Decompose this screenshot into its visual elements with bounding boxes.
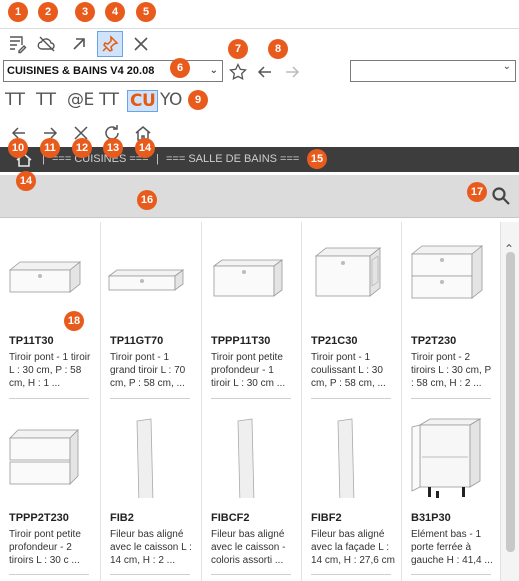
top-toolbar (0, 28, 519, 58)
product-card[interactable]: TPPP11T30 Tiroir pont petite profondeur … (201, 222, 299, 407)
format-button-4[interactable]: TT (99, 90, 119, 112)
divider (411, 398, 491, 399)
product-code: TP2T230 (411, 335, 457, 347)
search-icon[interactable] (488, 183, 514, 209)
callout-badge: 9 (188, 90, 208, 110)
drawer-unit-image (212, 259, 284, 297)
callout-badge: 4 (105, 2, 125, 22)
format-button-1[interactable]: TT (5, 90, 25, 112)
star-icon[interactable] (225, 59, 251, 85)
product-card[interactable]: TPPP2T230 Tiroir pont petite profondeur … (0, 406, 98, 581)
product-description: Tiroir pont - 2 tiroirs L : 30 cm, P : 5… (411, 352, 492, 389)
callout-badge: 7 (228, 39, 248, 59)
filler-panel-image (337, 418, 355, 498)
drawer-unit-image (9, 429, 79, 485)
divider (110, 574, 190, 575)
product-card[interactable]: TP2T230 Tiroir pont - 2 tiroirs L : 30 c… (401, 222, 499, 407)
callout-badge: 18 (64, 311, 84, 331)
callout-badge: 1 (8, 2, 28, 22)
filler-panel-image (136, 418, 154, 498)
product-code: FIBCF2 (211, 512, 250, 524)
scrollbar-thumb[interactable] (506, 252, 515, 552)
chevron-down-icon: ⌄ (209, 65, 218, 76)
callout-badge: 11 (40, 138, 60, 158)
product-description: Tiroir pont petite profondeur - 2 tiroir… (9, 529, 81, 566)
secondary-select[interactable]: ⌄ (350, 60, 516, 82)
product-code: TP11T30 (9, 335, 54, 347)
cloud-off-icon[interactable] (34, 31, 60, 57)
callout-badge: 14 (16, 171, 36, 191)
product-description: Fileur bas aligné avec la façade L : 14 … (311, 529, 395, 566)
breadcrumb-item-salle-de-bains[interactable]: === SALLE DE BAINS === (166, 153, 299, 165)
divider (311, 574, 391, 575)
product-card[interactable]: TP11GT70 Tiroir pont - 1 grand tiroir L … (100, 222, 198, 407)
product-code: TP11GT70 (110, 335, 164, 347)
product-description: Fileur bas aligné avec le caisson - colo… (211, 529, 286, 566)
product-code: B31P30 (411, 512, 451, 524)
arrow-right-icon[interactable] (279, 59, 305, 85)
divider (311, 398, 391, 399)
base-cabinet-image (411, 418, 482, 498)
catalog-select-value: CUISINES & BAINS V4 20.08 (7, 65, 155, 77)
divider (211, 398, 291, 399)
product-card[interactable]: TP21C30 Tiroir pont - 1 coulissant L : 3… (301, 222, 399, 407)
divider (9, 398, 89, 399)
product-description: Tiroir pont - 1 tiroir L : 30 cm, P : 58… (9, 352, 91, 389)
filler-panel-image (237, 418, 255, 498)
product-code: FIB2 (110, 512, 134, 524)
format-button-6[interactable]: YO (160, 90, 182, 112)
catalog-select[interactable]: CUISINES & BAINS V4 20.08 ⌄ (3, 60, 223, 82)
search-bar[interactable] (0, 175, 519, 218)
product-card[interactable]: FIB2 Fileur bas aligné avec le caisson L… (100, 406, 198, 581)
callout-badge: 16 (137, 190, 157, 210)
product-card[interactable]: FIBCF2 Fileur bas aligné avec le caisson… (201, 406, 299, 581)
callout-badge: 5 (136, 2, 156, 22)
product-description: Fileur bas aligné avec le caisson L : 14… (110, 529, 192, 566)
divider (211, 574, 291, 575)
product-description: Tiroir pont - 1 grand tiroir L : 70 cm, … (110, 352, 186, 389)
product-description: Elément bas - 1 porte ferrée à gauche H … (411, 529, 493, 566)
format-button-5[interactable]: CU (127, 90, 159, 112)
vertical-scrollbar[interactable]: ⌃ (500, 222, 519, 581)
divider (110, 398, 190, 399)
callout-badge: 2 (38, 2, 58, 22)
list-edit-icon[interactable] (4, 31, 30, 57)
product-code: TPPP2T230 (9, 512, 69, 524)
callout-badge: 10 (8, 138, 28, 158)
product-card[interactable]: B31P30 Elément bas - 1 porte ferrée à ga… (401, 406, 499, 581)
arrow-up-right-icon[interactable] (66, 31, 92, 57)
callout-badge: 14 (135, 138, 155, 158)
callout-badge: 12 (72, 138, 92, 158)
drawer-unit-image (107, 269, 185, 291)
product-card[interactable]: FIBF2 Fileur bas aligné avec la façade L… (301, 406, 399, 581)
callout-badge: 17 (467, 182, 487, 202)
divider (9, 574, 89, 575)
pin-icon[interactable] (97, 31, 123, 57)
drawer-unit-image (314, 247, 382, 297)
callout-badge: 6 (170, 58, 190, 78)
breadcrumb-item-cuisines[interactable]: === CUISINES === (52, 153, 149, 165)
product-card[interactable]: TP11T30 Tiroir pont - 1 tiroir L : 30 cm… (0, 222, 98, 407)
product-code: TPPP11T30 (211, 335, 271, 347)
callout-badge: 8 (268, 39, 288, 59)
product-description: Tiroir pont petite profondeur - 1 tiroir… (211, 352, 286, 389)
chevron-down-icon: ⌄ (502, 61, 511, 72)
arrow-left-icon[interactable] (252, 59, 278, 85)
callout-badge: 3 (75, 2, 95, 22)
format-button-2[interactable]: TT (36, 90, 56, 112)
drawer-unit-image (8, 261, 82, 293)
close-icon[interactable] (128, 31, 154, 57)
product-description: Tiroir pont - 1 coulissant L : 30 cm, P … (311, 352, 386, 389)
product-code: FIBF2 (311, 512, 342, 524)
format-button-3[interactable]: @E (67, 90, 94, 112)
breadcrumb-separator: | (156, 153, 159, 165)
product-grid: TP11T30 Tiroir pont - 1 tiroir L : 30 cm… (0, 222, 500, 581)
callout-badge: 15 (307, 149, 327, 169)
drawer-unit-image (410, 245, 484, 299)
divider (411, 574, 491, 575)
product-code: TP21C30 (311, 335, 358, 347)
callout-badge: 13 (103, 138, 123, 158)
